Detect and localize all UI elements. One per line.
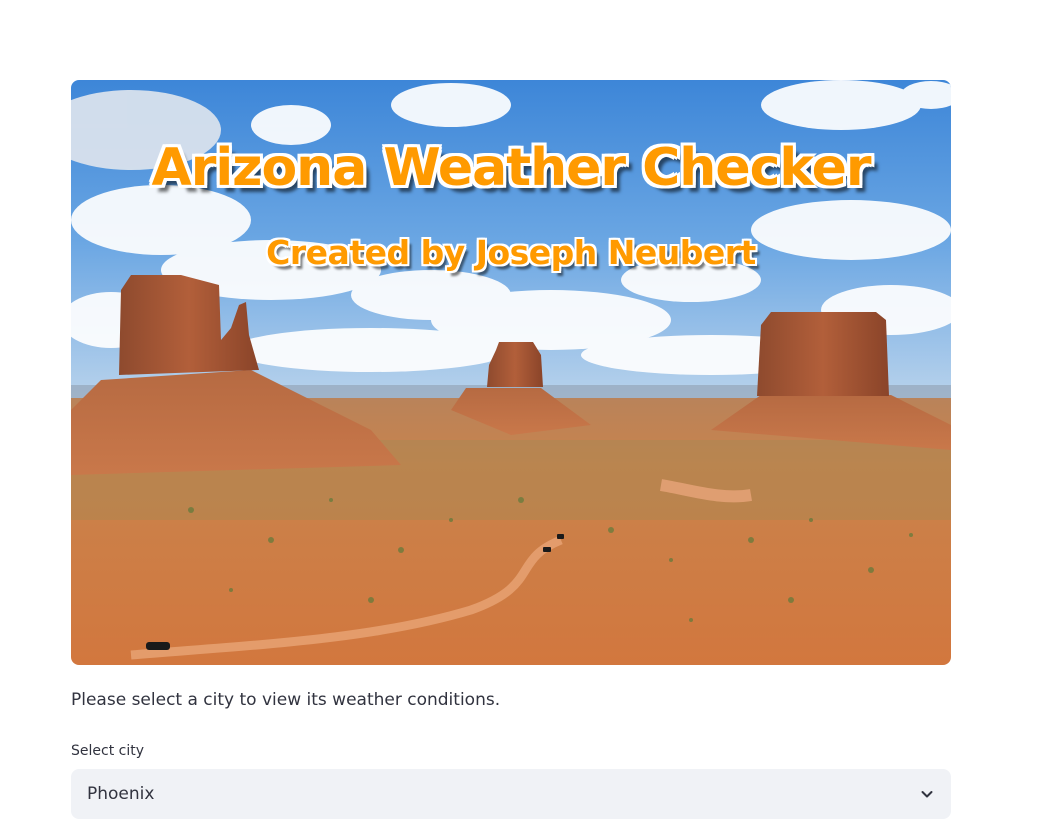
city-select-value: Phoenix: [87, 784, 155, 804]
main-content: Arizona Weather Checker Created by Josep…: [71, 80, 951, 819]
hero-title: Arizona Weather Checker: [151, 138, 871, 198]
city-select-label: Select city: [71, 743, 145, 759]
hero-subtitle: Created by Joseph Neubert: [266, 233, 756, 272]
city-select[interactable]: Phoenix: [71, 769, 951, 819]
intro-text: Please select a city to view its weather…: [71, 690, 501, 710]
hero-image: Arizona Weather Checker Created by Josep…: [71, 80, 951, 665]
chevron-down-icon[interactable]: [919, 786, 935, 802]
